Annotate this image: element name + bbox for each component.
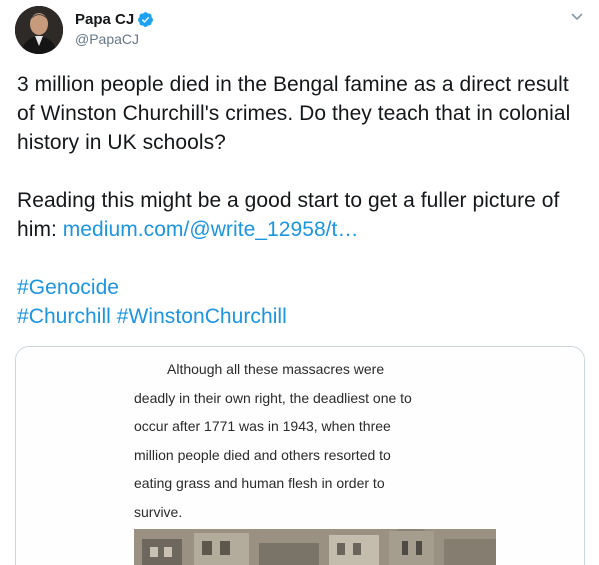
excerpt-line: Although all these massacres were bbox=[167, 361, 385, 377]
tweet-text: 3 million people died in the Bengal fami… bbox=[17, 70, 587, 331]
archival-photo bbox=[134, 529, 496, 565]
author-handle[interactable]: @PapaCJ bbox=[75, 31, 139, 47]
display-name[interactable]: Papa CJ bbox=[75, 11, 134, 28]
tweet-paragraph: Reading this might be a good start to ge… bbox=[17, 186, 587, 244]
tweet: Papa CJ @PapaCJ 3 million people died in… bbox=[0, 0, 599, 565]
excerpt-line: occur after 1771 was in 1943, when three bbox=[134, 418, 391, 434]
excerpt-text: Although all these massacres were deadly… bbox=[134, 355, 444, 526]
hashtag-line: #Churchill #WinstonChurchill bbox=[17, 302, 587, 331]
verified-badge-icon bbox=[138, 11, 154, 27]
profile-photo-icon bbox=[15, 6, 63, 54]
excerpt-line: survive. bbox=[134, 503, 183, 520]
author-name-row[interactable]: Papa CJ bbox=[75, 9, 154, 29]
media-image: Although all these massacres were deadly… bbox=[16, 347, 584, 565]
excerpt-line: eating grass and human flesh in order to bbox=[134, 475, 385, 491]
chevron-down-icon[interactable] bbox=[570, 10, 584, 24]
tweet-link[interactable]: medium.com/@write_12958/t… bbox=[63, 218, 359, 241]
hashtag-line: #Genocide bbox=[17, 273, 587, 302]
excerpt-line: deadly in their own right, the deadliest… bbox=[134, 389, 412, 406]
hashtag-genocide[interactable]: #Genocide bbox=[17, 276, 119, 299]
excerpt-line: million people died and others resorted … bbox=[134, 446, 391, 463]
media-card[interactable]: Although all these massacres were deadly… bbox=[15, 346, 585, 565]
avatar[interactable] bbox=[15, 6, 63, 54]
hashtag-winstonchurchill[interactable]: #WinstonChurchill bbox=[117, 305, 287, 328]
tweet-paragraph: 3 million people died in the Bengal fami… bbox=[17, 73, 571, 154]
hashtag-churchill[interactable]: #Churchill bbox=[17, 305, 111, 328]
